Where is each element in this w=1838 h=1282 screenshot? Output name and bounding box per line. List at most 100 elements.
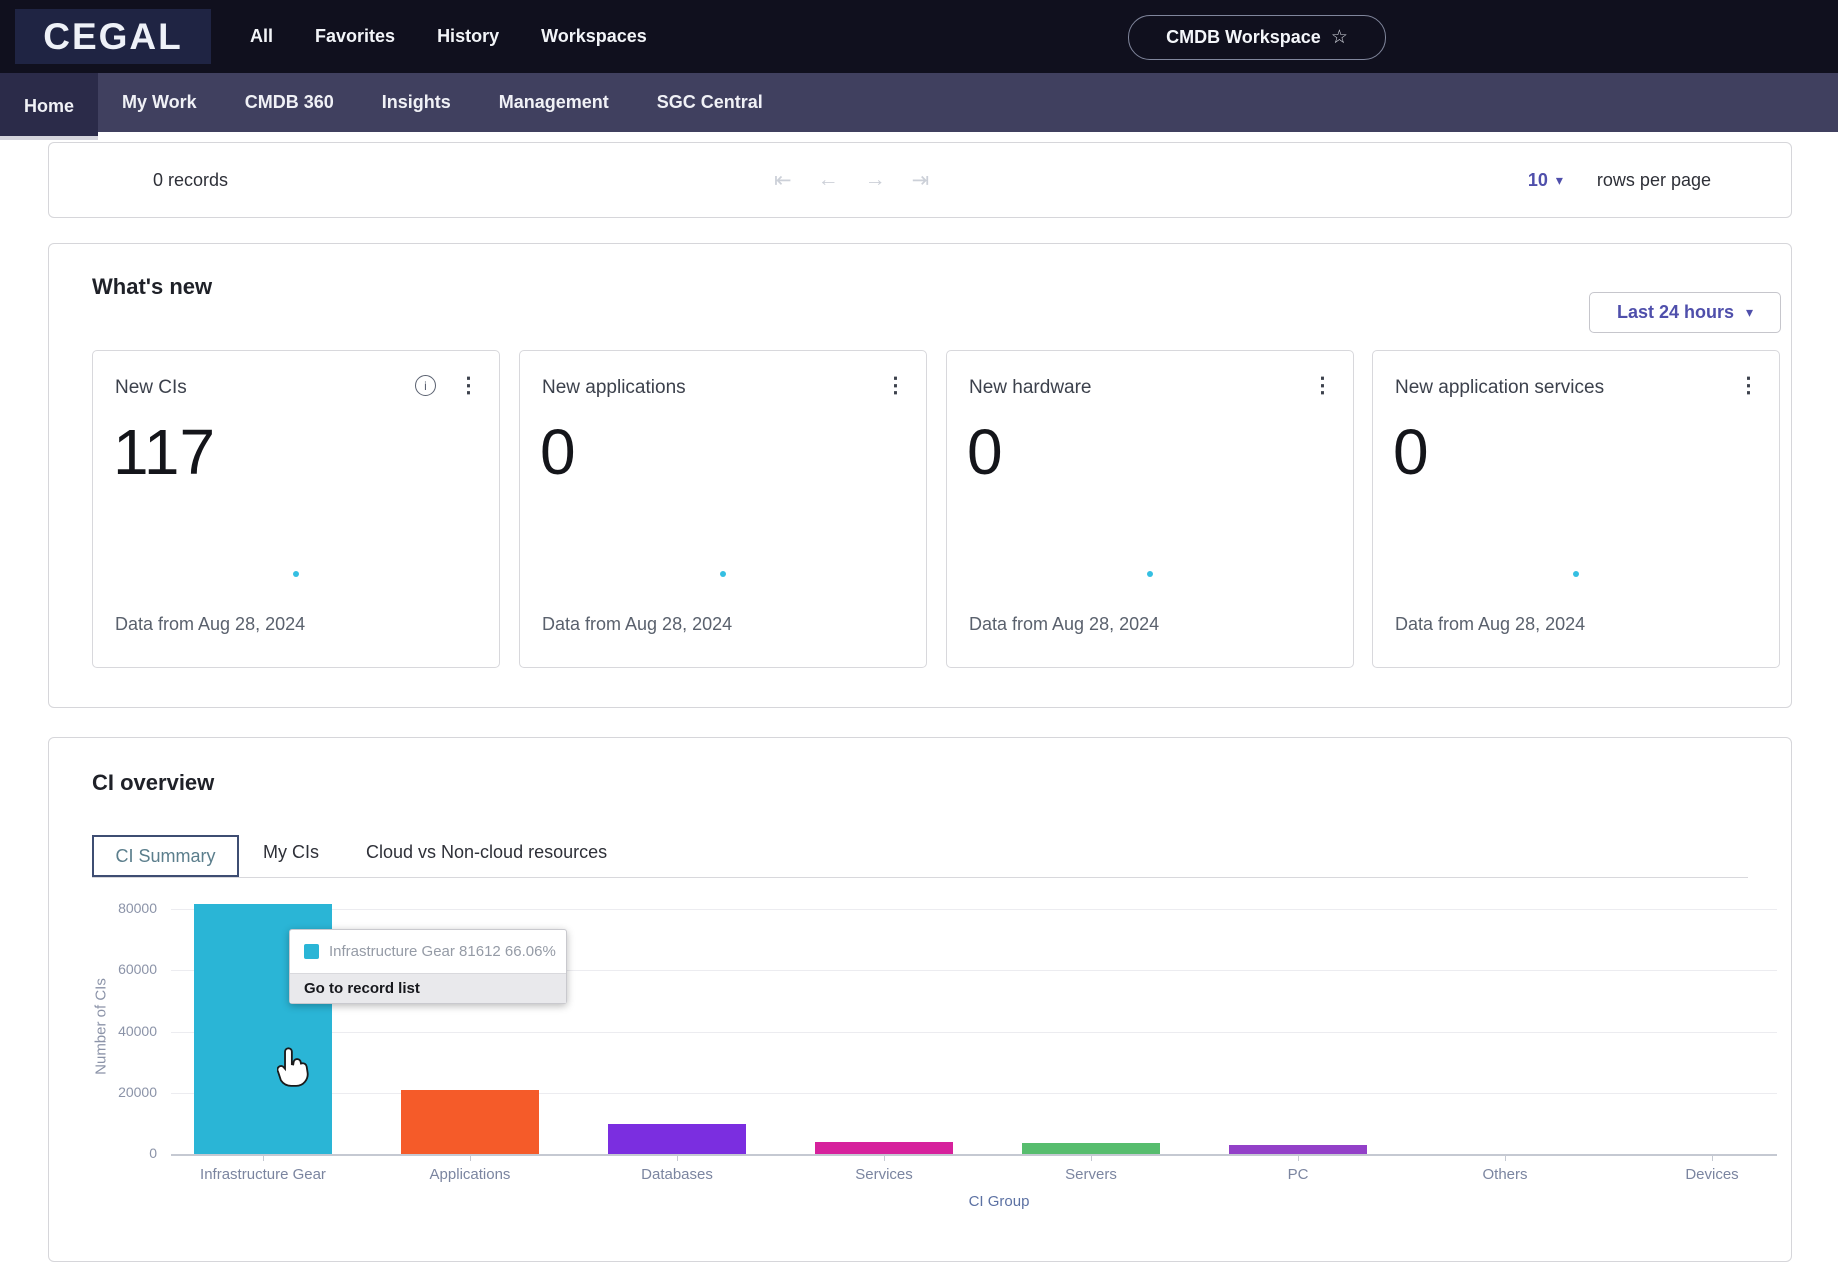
kebab-menu-icon[interactable]: ⋮: [885, 375, 906, 396]
kpi-value: 0: [540, 415, 576, 489]
kebab-menu-icon[interactable]: ⋮: [458, 375, 479, 396]
kpi-value: 0: [1393, 415, 1429, 489]
bar-databases[interactable]: [608, 1124, 746, 1154]
rows-per-page-control: 10 ▾ rows per page: [1528, 143, 1711, 217]
tab-cmdb-360[interactable]: CMDB 360: [221, 73, 358, 132]
cmdb-workspace-screen: CEGAL All Favorites History Workspaces C…: [0, 0, 1838, 1282]
x-tick: [263, 1156, 264, 1161]
top-header-bar: CEGAL All Favorites History Workspaces C…: [0, 0, 1838, 73]
tab-insights-label: Insights: [382, 92, 451, 113]
tab-home[interactable]: Home: [0, 73, 98, 140]
rows-per-page-label: rows per page: [1597, 170, 1711, 191]
ci-overview-panel: CI overview CI Summary My CIs Cloud vs N…: [48, 737, 1792, 1262]
kpi-value: 117: [113, 415, 215, 489]
chart-tooltip: Infrastructure Gear 81612 66.06% Go to r…: [289, 929, 567, 1004]
sparkline-point: [720, 571, 726, 577]
sparkline-point: [1573, 571, 1579, 577]
info-icon[interactable]: i: [415, 375, 436, 396]
ci-bar-chart: Number of CIs CI Group Infrastructure Ge…: [49, 738, 1791, 1261]
bar-services[interactable]: [815, 1142, 953, 1154]
x-axis-title: CI Group: [919, 1193, 1079, 1210]
y-tick-label: 60000: [57, 961, 157, 977]
x-tick: [470, 1156, 471, 1161]
workspace-nav-bar: Home My Work CMDB 360 Insights Managemen…: [0, 73, 1838, 132]
kpi-card-title: New applications: [542, 377, 686, 399]
workspace-selector-label: CMDB Workspace: [1166, 27, 1321, 48]
pager-next-icon[interactable]: →: [865, 168, 886, 192]
x-tick: [1091, 1156, 1092, 1161]
kebab-menu-icon[interactable]: ⋮: [1312, 375, 1333, 396]
bar-servers[interactable]: [1022, 1143, 1160, 1154]
nav-item-workspaces[interactable]: Workspaces: [541, 26, 647, 47]
tab-cmdb-360-label: CMDB 360: [245, 92, 334, 113]
x-category-label[interactable]: PC: [1198, 1166, 1398, 1183]
kebab-menu-icon[interactable]: ⋮: [1738, 375, 1759, 396]
y-tick-label: 40000: [57, 1023, 157, 1039]
tooltip-go-to-record-list[interactable]: Go to record list: [290, 973, 566, 1003]
pager-first-icon[interactable]: ⇤: [774, 168, 792, 193]
bar-applications[interactable]: [401, 1090, 539, 1154]
gridline: [171, 909, 1777, 910]
kpi-card-title: New CIs: [115, 377, 187, 399]
kpi-value: 0: [967, 415, 1003, 489]
whats-new-panel: What's new Last 24 hours ▾ New CIs i ⋮ 1…: [48, 243, 1792, 708]
tab-sgc-central[interactable]: SGC Central: [633, 73, 787, 132]
chevron-down-icon[interactable]: ▾: [1556, 172, 1563, 189]
rows-per-page-value[interactable]: 10: [1528, 170, 1548, 191]
x-category-label[interactable]: Infrastructure Gear: [163, 1166, 363, 1183]
tab-my-work-label: My Work: [122, 92, 197, 113]
tooltip-legend-swatch: [304, 944, 319, 959]
gridline: [171, 1032, 1777, 1033]
kpi-card-title: New hardware: [969, 377, 1092, 399]
x-category-label[interactable]: Applications: [370, 1166, 570, 1183]
global-nav: All Favorites History Workspaces: [250, 0, 647, 73]
tab-insights[interactable]: Insights: [358, 73, 475, 132]
kpi-footer: Data from Aug 28, 2024: [542, 614, 732, 635]
sparkline-point: [293, 571, 299, 577]
star-icon[interactable]: ☆: [1331, 26, 1348, 49]
nav-item-all[interactable]: All: [250, 26, 273, 47]
y-tick-label: 20000: [57, 1084, 157, 1100]
x-category-label[interactable]: Devices: [1612, 1166, 1812, 1183]
bar-pc[interactable]: [1229, 1145, 1367, 1154]
whats-new-title: What's new: [92, 274, 212, 300]
x-axis-line: [171, 1154, 1777, 1156]
x-category-label[interactable]: Others: [1405, 1166, 1605, 1183]
x-category-label[interactable]: Servers: [991, 1166, 1191, 1183]
kpi-footer: Data from Aug 28, 2024: [115, 614, 305, 635]
time-filter-label: Last 24 hours: [1617, 302, 1734, 323]
tab-sgc-central-label: SGC Central: [657, 92, 763, 113]
tab-home-label: Home: [24, 96, 74, 117]
pager-last-icon[interactable]: ⇥: [912, 168, 930, 193]
pagination-controls: ⇤ ← → ⇥: [774, 143, 929, 217]
kpi-card-new-hardware: New hardware ⋮ 0 Data from Aug 28, 2024: [946, 350, 1354, 668]
logo-text: CEGAL: [43, 16, 183, 58]
x-tick: [1712, 1156, 1713, 1161]
nav-item-history[interactable]: History: [437, 26, 499, 47]
chevron-down-icon: ▾: [1746, 304, 1753, 321]
kpi-card-new-application-services: New application services ⋮ 0 Data from A…: [1372, 350, 1780, 668]
kpi-card-new-applications: New applications ⋮ 0 Data from Aug 28, 2…: [519, 350, 927, 668]
x-tick: [884, 1156, 885, 1161]
tab-management[interactable]: Management: [475, 73, 633, 132]
sparkline-point: [1147, 571, 1153, 577]
y-tick-label: 80000: [57, 900, 157, 916]
tooltip-label: Infrastructure Gear 81612 66.06%: [329, 943, 556, 960]
record-list-footer-panel: 0 records ⇤ ← → ⇥ 10 ▾ rows per page: [48, 142, 1792, 218]
workspace-selector-button[interactable]: CMDB Workspace ☆: [1128, 15, 1386, 60]
kpi-card-new-cis: New CIs i ⋮ 117 Data from Aug 28, 2024: [92, 350, 500, 668]
x-tick: [677, 1156, 678, 1161]
nav-item-favorites[interactable]: Favorites: [315, 26, 395, 47]
x-tick: [1298, 1156, 1299, 1161]
time-filter-dropdown[interactable]: Last 24 hours ▾: [1589, 292, 1781, 333]
tab-management-label: Management: [499, 92, 609, 113]
cegal-logo[interactable]: CEGAL: [15, 9, 211, 64]
kpi-footer: Data from Aug 28, 2024: [969, 614, 1159, 635]
pager-prev-icon[interactable]: ←: [818, 168, 839, 192]
tab-my-work[interactable]: My Work: [98, 73, 221, 132]
y-tick-label: 0: [57, 1145, 157, 1161]
x-category-label[interactable]: Databases: [577, 1166, 777, 1183]
kpi-footer: Data from Aug 28, 2024: [1395, 614, 1585, 635]
x-tick: [1505, 1156, 1506, 1161]
x-category-label[interactable]: Services: [784, 1166, 984, 1183]
